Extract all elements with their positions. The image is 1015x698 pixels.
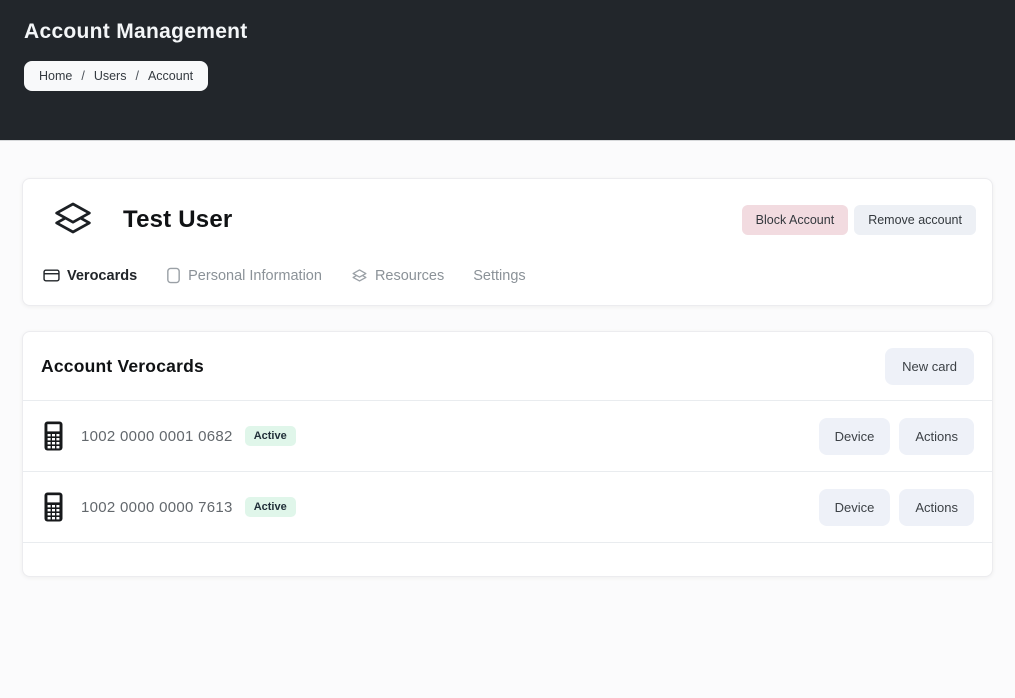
remove-account-button[interactable]: Remove account xyxy=(854,205,976,235)
user-summary-card: Test User Block Account Remove account V… xyxy=(22,178,993,306)
tab-label: Resources xyxy=(375,268,444,284)
personal-information-icon xyxy=(166,267,181,284)
device-button[interactable]: Device xyxy=(819,489,891,526)
page-header: Account Management Home / Users / Accoun… xyxy=(0,0,1015,141)
actions-button[interactable]: Actions xyxy=(899,418,974,455)
account-verocards-card: Account Verocards New card xyxy=(22,331,993,577)
layers-icon xyxy=(51,200,95,240)
tab-verocards[interactable]: Verocards xyxy=(43,267,137,284)
layers-icon xyxy=(351,268,368,284)
page-title: Account Management xyxy=(24,20,991,44)
row-actions: Device Actions xyxy=(819,418,974,455)
user-name: Test User xyxy=(123,206,232,234)
breadcrumb-separator: / xyxy=(135,69,138,83)
user-tabs: Verocards Personal Information xyxy=(43,267,976,305)
tab-personal-information[interactable]: Personal Information xyxy=(166,267,322,284)
breadcrumb-item-account[interactable]: Account xyxy=(148,69,193,83)
credit-card-icon xyxy=(43,267,60,284)
row-actions: Device Actions xyxy=(819,489,974,526)
tab-resources[interactable]: Resources xyxy=(351,268,444,284)
breadcrumb-item-home[interactable]: Home xyxy=(39,69,72,83)
page: Account Management Home / Users / Accoun… xyxy=(0,0,1015,698)
actions-button[interactable]: Actions xyxy=(899,489,974,526)
verocard-row: 1002 0000 0001 0682 Active Device Action… xyxy=(23,401,992,472)
new-card-button[interactable]: New card xyxy=(885,348,974,385)
block-account-button[interactable]: Block Account xyxy=(742,205,849,235)
breadcrumb: Home / Users / Account xyxy=(24,61,208,91)
verocards-title: Account Verocards xyxy=(41,356,204,377)
pos-terminal-icon xyxy=(44,492,63,522)
verocard-row: 1002 0000 0000 7613 Active Device Action… xyxy=(23,472,992,543)
breadcrumb-item-users[interactable]: Users xyxy=(94,69,127,83)
card-number: 1002 0000 0001 0682 xyxy=(81,428,233,445)
pos-terminal-icon xyxy=(44,421,63,451)
breadcrumb-separator: / xyxy=(81,69,84,83)
tab-settings[interactable]: Settings xyxy=(473,268,525,284)
card-footer-spacer xyxy=(23,543,992,576)
main-content: Test User Block Account Remove account V… xyxy=(0,141,1015,577)
user-actions: Block Account Remove account xyxy=(742,205,976,235)
card-number: 1002 0000 0000 7613 xyxy=(81,499,233,516)
status-badge: Active xyxy=(245,497,296,517)
device-button[interactable]: Device xyxy=(819,418,891,455)
tab-label: Settings xyxy=(473,268,525,284)
status-badge: Active xyxy=(245,426,296,446)
tab-label: Verocards xyxy=(67,268,137,284)
tab-label: Personal Information xyxy=(188,268,322,284)
user-header-row: Test User Block Account Remove account xyxy=(51,200,976,240)
verocards-header-row: Account Verocards New card xyxy=(23,332,992,400)
